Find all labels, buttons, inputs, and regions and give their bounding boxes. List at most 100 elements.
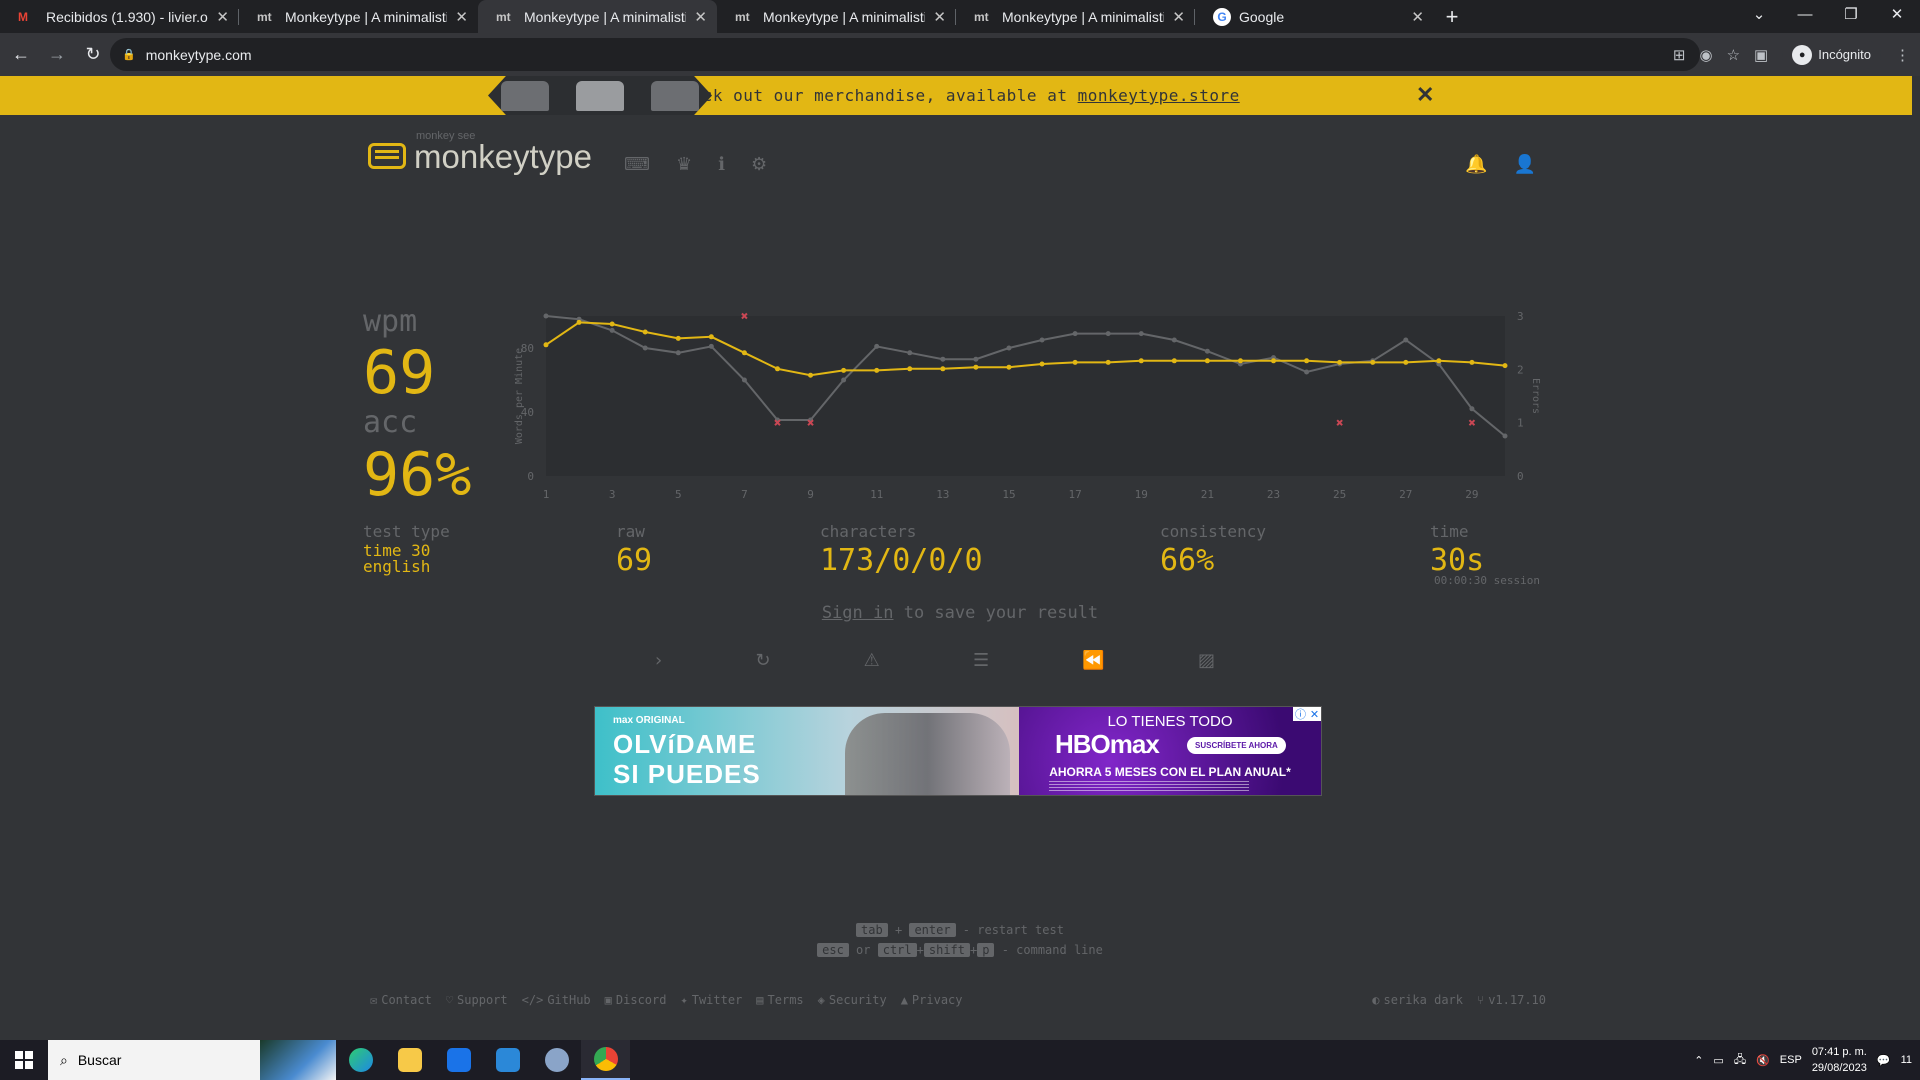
x-tick-label: 7 bbox=[741, 488, 748, 501]
footer-link-label: Support bbox=[457, 993, 508, 1007]
gear-icon[interactable]: ⚙ bbox=[751, 154, 767, 175]
data-point-wpm bbox=[808, 372, 814, 378]
store-icon bbox=[446, 1048, 471, 1072]
notifications-icon[interactable]: 💬 bbox=[1877, 1054, 1891, 1067]
y2-tick-label: 0 bbox=[1517, 470, 1524, 483]
network-icon[interactable]: 🖧 bbox=[1734, 1051, 1746, 1070]
volume-muted-icon[interactable]: 🔇 bbox=[1756, 1054, 1770, 1067]
browser-tab-monkeytype-1[interactable]: mt Monkeytype | A minimalistic, cus ✕ bbox=[239, 0, 478, 33]
forward-icon[interactable]: → bbox=[42, 44, 72, 65]
restore-button[interactable]: ❐ bbox=[1828, 0, 1874, 33]
key-esc: esc bbox=[817, 943, 849, 957]
taskbar-search[interactable]: ⌕ Buscar bbox=[48, 1040, 336, 1080]
close-tab-icon[interactable]: ✕ bbox=[1411, 8, 1424, 26]
screenshot-icon[interactable]: ▨ bbox=[1198, 650, 1215, 671]
test-type-language: english bbox=[363, 557, 431, 576]
incognito-profile-button[interactable]: ● Incógnito bbox=[1782, 40, 1881, 69]
logo[interactable]: monkey see monkeytype bbox=[368, 130, 592, 173]
data-point-wpm bbox=[543, 342, 549, 348]
footer-link-label: GitHub bbox=[547, 993, 591, 1007]
new-tab-button[interactable]: + bbox=[1434, 0, 1470, 33]
chevron-up-icon[interactable]: ⌃ bbox=[1694, 1054, 1703, 1067]
taskbar-chrome[interactable] bbox=[581, 1040, 630, 1080]
characters-label: characters bbox=[820, 522, 917, 541]
lock-icon[interactable]: 🔒 bbox=[122, 48, 136, 61]
ad-cta-button[interactable]: SUSCRÍBETE AHORA bbox=[1187, 737, 1286, 754]
advertisement[interactable]: max ORIGINAL OLVíDAME SI PUEDES LO TIENE… bbox=[594, 706, 1322, 796]
close-window-button[interactable]: ✕ bbox=[1874, 0, 1920, 33]
browser-tab-monkeytype-3[interactable]: mt Monkeytype | A minimalistic, cus ✕ bbox=[717, 0, 956, 33]
side-panel-icon[interactable]: ▣ bbox=[1754, 46, 1768, 64]
footer-discord[interactable]: ▣ Discord bbox=[605, 993, 667, 1007]
clock[interactable]: 07:41 p. m. 29/08/2023 bbox=[1812, 1044, 1867, 1076]
browser-tab-monkeytype-active[interactable]: mt Monkeytype | A minimalistic, cus ✕ bbox=[478, 0, 717, 33]
theme-button[interactable]: ◐ serika dark bbox=[1372, 993, 1463, 1007]
taskbar-file-explorer[interactable] bbox=[385, 1040, 434, 1080]
taskbar-mail[interactable] bbox=[483, 1040, 532, 1080]
ad-close-icon[interactable]: ✕ bbox=[1310, 708, 1319, 721]
replay-icon[interactable]: ⏪ bbox=[1082, 650, 1104, 671]
restart-icon[interactable]: ↻ bbox=[755, 650, 770, 671]
key-ctrl: ctrl bbox=[877, 943, 917, 957]
footer-twitter[interactable]: ✦ Twitter bbox=[680, 993, 742, 1007]
address-bar[interactable]: 🔒 monkeytype.com bbox=[110, 38, 1700, 71]
taskbar-store[interactable] bbox=[434, 1040, 483, 1080]
data-point-raw bbox=[1304, 369, 1310, 375]
tracking-protection-icon[interactable]: ◉ bbox=[1700, 46, 1713, 64]
menu-kebab-icon[interactable]: ⋮ bbox=[1895, 46, 1910, 64]
data-point-wpm bbox=[774, 366, 780, 372]
consistency-stat: consistency 66% bbox=[1160, 522, 1266, 578]
wpm-chart[interactable]: 0408001231 3 5 7 9 11 13 15 17 19 21 23 25 27 29Words … bbox=[490, 300, 1550, 510]
browser-tab-monkeytype-4[interactable]: mt Monkeytype | A minimalistic, cus ✕ bbox=[956, 0, 1195, 33]
data-point-wpm bbox=[1138, 358, 1144, 364]
minimize-button[interactable]: — bbox=[1782, 0, 1828, 33]
browser-tab-gmail[interactable]: M Recibidos (1.930) - livier.orozco@ ✕ bbox=[0, 0, 239, 33]
footer-privacy[interactable]: ▲ Privacy bbox=[901, 993, 963, 1007]
language-indicator[interactable]: ESP bbox=[1780, 1054, 1802, 1066]
close-tab-icon[interactable]: ✕ bbox=[216, 8, 229, 26]
words-history-icon[interactable]: ☰ bbox=[973, 650, 989, 671]
signin-link[interactable]: Sign in bbox=[822, 603, 894, 623]
close-banner-icon[interactable]: ✕ bbox=[1416, 82, 1434, 108]
user-icon[interactable]: 👤 bbox=[1514, 154, 1536, 175]
taskbar-r-app[interactable] bbox=[532, 1040, 581, 1080]
footer-security[interactable]: ◈ Security bbox=[818, 993, 887, 1007]
footer-github[interactable]: </> GitHub bbox=[522, 993, 591, 1007]
bell-icon[interactable]: 🔔 bbox=[1465, 154, 1487, 175]
taskbar-edge[interactable] bbox=[336, 1040, 385, 1080]
crown-icon[interactable]: ♛ bbox=[676, 154, 692, 175]
key-shift: shift bbox=[923, 943, 970, 957]
ad-choices[interactable]: ⓘ ✕ bbox=[1293, 707, 1321, 721]
ad-info-icon[interactable]: ⓘ bbox=[1295, 707, 1306, 722]
keyboard-icon[interactable]: ⌨ bbox=[624, 154, 650, 175]
meet-icon[interactable]: ▭ bbox=[1713, 1054, 1723, 1067]
raw-stat: raw 69 bbox=[616, 522, 652, 578]
result-actions: › ↻ ⚠ ☰ ⏪ ▨ bbox=[655, 650, 1215, 671]
tab-title: Monkeytype | A minimalistic, cus bbox=[763, 8, 926, 25]
footer-terms[interactable]: ▤ Terms bbox=[756, 993, 803, 1007]
tab-search-icon[interactable]: ⌄ bbox=[1736, 0, 1782, 33]
warning-icon[interactable]: ⚠ bbox=[864, 650, 880, 671]
version-button[interactable]: ⑂ v1.17.10 bbox=[1477, 993, 1546, 1007]
x-tick-label: 25 bbox=[1333, 488, 1346, 501]
browser-tab-google[interactable]: G Google ✕ bbox=[1195, 0, 1434, 33]
close-tab-icon[interactable]: ✕ bbox=[694, 8, 707, 26]
data-point-wpm bbox=[1237, 358, 1243, 364]
bookmark-star-icon[interactable]: ☆ bbox=[1727, 46, 1740, 64]
data-point-wpm bbox=[940, 366, 946, 372]
merch-store-link[interactable]: monkeytype.store bbox=[1078, 86, 1240, 105]
close-tab-icon[interactable]: ✕ bbox=[933, 8, 946, 26]
shortcut-desc: - restart test bbox=[962, 923, 1064, 937]
translate-icon[interactable]: ⊞ bbox=[1673, 46, 1686, 64]
discord-icon: ▣ bbox=[604, 993, 612, 1007]
close-tab-icon[interactable]: ✕ bbox=[455, 8, 468, 26]
footer-support[interactable]: ♡ Support bbox=[446, 993, 508, 1007]
windows-start-button[interactable] bbox=[0, 1040, 48, 1080]
x-tick-label: 21 bbox=[1201, 488, 1214, 501]
back-icon[interactable]: ← bbox=[6, 44, 36, 65]
next-test-icon[interactable]: › bbox=[655, 650, 662, 671]
reload-icon[interactable]: ↻ bbox=[78, 44, 108, 65]
footer-contact[interactable]: ✉ Contact bbox=[370, 993, 432, 1007]
close-tab-icon[interactable]: ✕ bbox=[1172, 8, 1185, 26]
info-icon[interactable]: ℹ bbox=[718, 154, 725, 175]
